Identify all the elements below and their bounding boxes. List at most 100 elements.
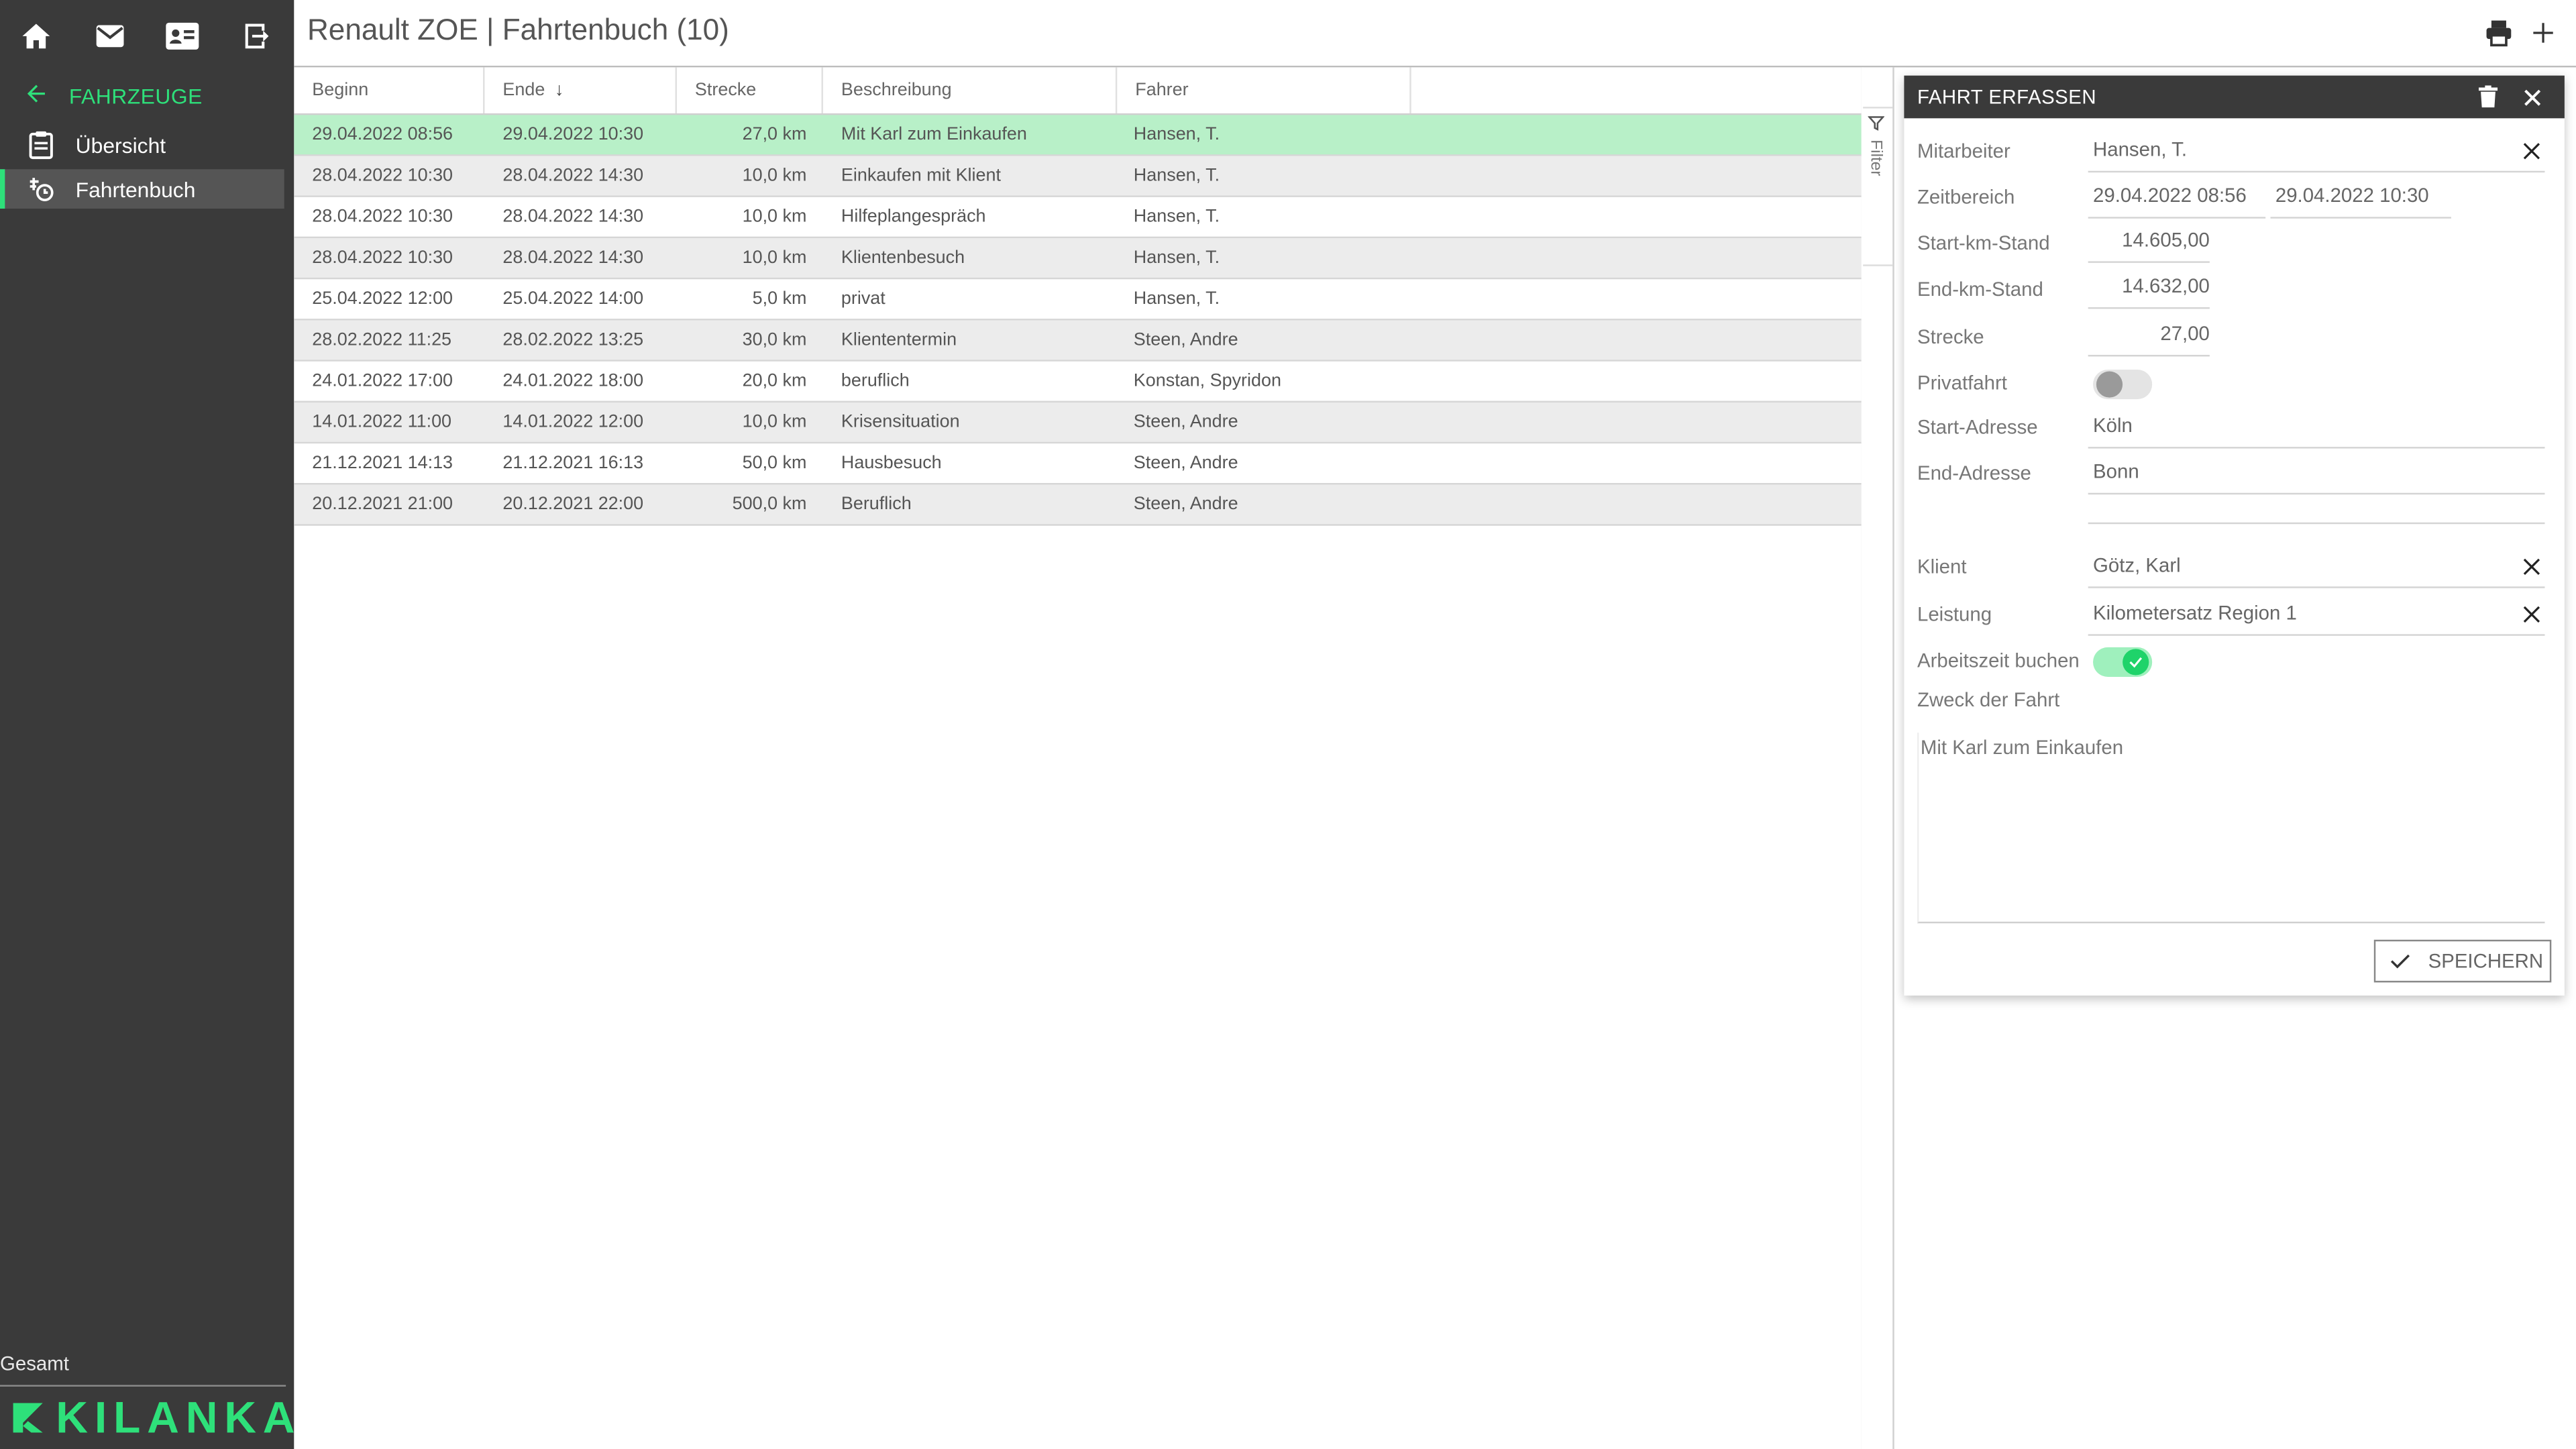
sidebar-divider [0, 1385, 286, 1387]
cell-strecke: 10,0 km [742, 166, 807, 186]
sort-desc-icon: ↓ [555, 80, 564, 101]
toggle-knob [2096, 371, 2123, 398]
cell-beschreibung: Hausbesuch [841, 453, 942, 474]
sidebar-top-icons [0, 13, 294, 60]
print-icon[interactable] [2482, 16, 2515, 49]
underline [2088, 586, 2545, 588]
contact-card-icon[interactable] [162, 16, 202, 56]
cell-ende: 24.01.2022 18:00 [502, 371, 644, 391]
kilanka-wordmark: KILANKA [56, 1392, 302, 1442]
logout-icon[interactable] [237, 16, 276, 56]
page-header: Renault ZOE | Fahrtenbuch (10) [294, 0, 2576, 68]
cell-ende: 20.12.2021 22:00 [502, 494, 644, 515]
table-row[interactable]: 28.02.2022 11:25 28.02.2022 13:25 30,0 k… [294, 320, 1862, 362]
cell-ende: 28.04.2022 14:30 [502, 207, 644, 227]
back-label: FAHRZEUGE [68, 83, 203, 108]
close-icon[interactable] [2517, 82, 2546, 111]
table-row[interactable]: 24.01.2022 17:00 24.01.2022 18:00 20,0 k… [294, 361, 1862, 403]
filter-icon [1867, 113, 1885, 136]
back-to-fahrzeuge[interactable]: FAHRZEUGE [23, 79, 203, 112]
cell-fahrer: Hansen, T. [1133, 207, 1220, 227]
cell-fahrer: Steen, Andre [1133, 330, 1238, 350]
zeitbereich-end-field[interactable]: 29.04.2022 10:30 [2275, 184, 2429, 207]
underline [2088, 492, 2545, 495]
cell-strecke: 50,0 km [742, 453, 807, 474]
sidebar-item-label: Fahrtenbuch [75, 176, 196, 202]
cell-beginn: 24.01.2022 17:00 [312, 371, 453, 391]
cell-beschreibung: privat [841, 289, 885, 309]
column-header-fahrer[interactable]: Fahrer [1117, 67, 1411, 113]
mail-icon[interactable] [91, 16, 130, 56]
trip-table: Beginn Ende ↓ Strecke Beschreibung Fahrer… [294, 67, 1864, 1449]
table-row[interactable]: 14.01.2022 11:00 14.01.2022 12:00 10,0 k… [294, 402, 1862, 444]
cell-strecke: 10,0 km [742, 412, 807, 433]
field-label-end-km: End-km-Stand [1917, 277, 2043, 301]
underline [2088, 634, 2545, 636]
start-km-field[interactable]: 14.605,00 [2088, 228, 2210, 251]
check-icon [2129, 657, 2143, 668]
end-km-field[interactable]: 14.632,00 [2088, 274, 2210, 297]
cell-beginn: 20.12.2021 21:00 [312, 494, 453, 515]
clear-mitarbeiter-icon[interactable] [2518, 138, 2544, 164]
table-row[interactable]: 28.04.2022 10:30 28.04.2022 14:30 10,0 k… [294, 238, 1862, 280]
sidebar-item-fahrtenbuch[interactable]: Fahrtenbuch [0, 169, 284, 209]
cell-beginn: 28.04.2022 10:30 [312, 166, 453, 186]
table-row[interactable]: 28.04.2022 10:30 28.04.2022 14:30 10,0 k… [294, 156, 1862, 197]
column-header-beschreibung[interactable]: Beschreibung [823, 67, 1118, 113]
underline [2088, 217, 2266, 219]
save-button[interactable]: SPEICHERN [2373, 939, 2552, 983]
column-header-beginn[interactable]: Beginn [294, 67, 485, 113]
cell-fahrer: Konstan, Spyridon [1133, 371, 1281, 391]
clear-leistung-icon[interactable] [2518, 601, 2544, 627]
field-label-leistung: Leistung [1917, 602, 1992, 627]
table-row[interactable]: 28.04.2022 10:30 28.04.2022 14:30 10,0 k… [294, 197, 1862, 239]
cell-beginn: 28.04.2022 10:30 [312, 207, 453, 227]
leistung-field[interactable]: Kilometersatz Region 1 [2093, 601, 2297, 624]
column-header-label: Fahrer [1135, 80, 1189, 101]
cell-strecke: 10,0 km [742, 248, 807, 268]
cell-beginn: 28.04.2022 10:30 [312, 248, 453, 268]
underline [2088, 354, 2210, 357]
cell-fahrer: Hansen, T. [1133, 125, 1220, 145]
cell-fahrer: Hansen, T. [1133, 289, 1220, 309]
trash-icon[interactable] [2473, 82, 2502, 111]
filter-label: Filter [1866, 140, 1885, 176]
cell-ende: 28.04.2022 14:30 [502, 166, 644, 186]
sidebar-item-uebersicht[interactable]: Übersicht [0, 125, 279, 164]
field-label-zweck: Zweck der Fahrt [1917, 688, 2060, 712]
save-button-label: SPEICHERN [2428, 949, 2544, 973]
field-label-arbeitszeit: Arbeitszeit buchen [1917, 649, 2080, 672]
table-row[interactable]: 29.04.2022 08:56 29.04.2022 10:30 27,0 k… [294, 115, 1862, 156]
clear-klient-icon[interactable] [2518, 553, 2544, 580]
cell-strecke: 30,0 km [742, 330, 807, 350]
privatfahrt-toggle[interactable] [2093, 370, 2153, 400]
table-row[interactable]: 25.04.2022 12:00 25.04.2022 14:00 5,0 km… [294, 279, 1862, 321]
sidebar-item-label: Übersicht [75, 132, 166, 157]
plus-icon[interactable] [2527, 16, 2560, 49]
table-row[interactable]: 21.12.2021 14:13 21.12.2021 16:13 50,0 k… [294, 443, 1862, 485]
strecke-field[interactable]: 27,00 [2088, 322, 2210, 345]
column-header-strecke[interactable]: Strecke [677, 67, 823, 113]
kilanka-logo: KILANKA [10, 1392, 302, 1442]
field-label-zeitbereich: Zeitbereich [1917, 185, 2015, 209]
end-adresse-field[interactable]: Bonn [2093, 460, 2139, 483]
mitarbeiter-field[interactable]: Hansen, T. [2093, 138, 2187, 161]
column-header-ende[interactable]: Ende ↓ [484, 67, 677, 113]
cell-beschreibung: beruflich [841, 371, 910, 391]
zeitbereich-start-field[interactable]: 29.04.2022 08:56 [2093, 184, 2247, 207]
klient-field[interactable]: Götz, Karl [2093, 553, 2181, 576]
toggle-knob [2123, 649, 2149, 676]
cell-beginn: 14.01.2022 11:00 [312, 412, 452, 433]
underline [2088, 307, 2210, 309]
cell-fahrer: Hansen, T. [1133, 166, 1220, 186]
field-label-start-km: Start-km-Stand [1917, 231, 2050, 255]
home-icon[interactable] [16, 16, 56, 56]
cell-strecke: 5,0 km [752, 289, 807, 309]
zweck-textarea[interactable]: Mit Karl zum Einkaufen [1917, 733, 2545, 924]
table-row[interactable]: 20.12.2021 21:00 20.12.2021 22:00 500,0 … [294, 484, 1862, 526]
arbeitszeit-toggle[interactable] [2093, 647, 2153, 677]
start-adresse-field[interactable]: Köln [2093, 414, 2133, 437]
field-label-strecke: Strecke [1917, 325, 1984, 349]
cell-beschreibung: Krisensituation [841, 412, 960, 433]
kilanka-logo-mark [13, 1403, 43, 1433]
